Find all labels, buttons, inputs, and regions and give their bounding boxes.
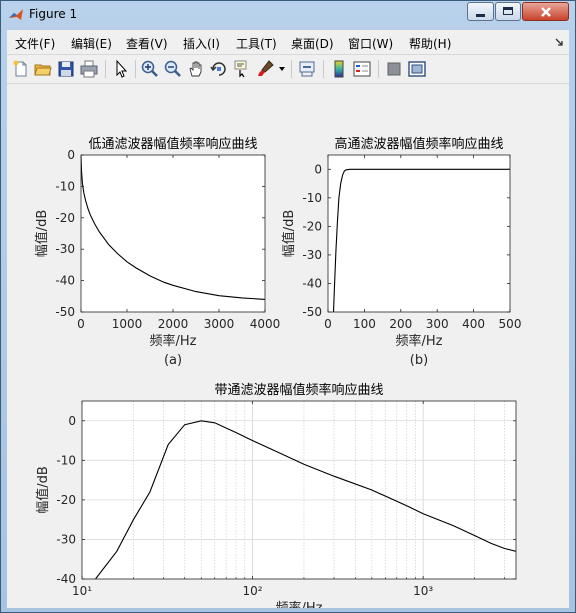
toolbar-separator [105,60,106,78]
new-figure-icon[interactable] [11,59,31,79]
y-tick-label-2: -30 [56,532,76,546]
x-axis-label-0: 频率/Hz [150,333,197,349]
subplot-caption-0: (a) [164,353,182,368]
plot-title-0: 低通滤波器幅值频率响应曲线 [88,136,257,152]
y-tick-label-2: -10 [56,453,76,467]
y-tick-label-0: -10 [55,179,75,193]
maximize-icon [503,7,513,15]
plot-title-1: 高通滤波器幅值频率响应曲线 [334,136,503,152]
y-tick-label-1: 0 [314,162,322,176]
hide-plot-tools-icon[interactable] [384,59,404,79]
show-plot-tools-icon[interactable] [407,59,427,79]
figure-client-area: 文件(F) 编辑(E) 查看(V) 插入(I) 工具(T) 桌面(D) 窗口(W… [7,30,569,608]
y-axis-label-0: 幅值/dB [34,210,50,258]
minimize-button[interactable] [467,2,494,21]
legend-icon[interactable] [352,59,372,79]
x-tick-label-1: 100 [353,317,376,331]
y-tick-label-2: -20 [56,493,76,507]
brush-dropdown-icon[interactable] [279,67,285,72]
x-tick-label-2: 10² [243,584,263,598]
maximize-button[interactable] [495,2,521,21]
figure-window: Figure 1 文件(F) 编辑(E) 查看(V) 插入(I) 工具(T) 桌… [0,0,576,613]
matlab-logo-icon [9,9,23,20]
close-icon [541,7,551,17]
colorbar-icon[interactable] [329,59,349,79]
y-tick-label-0: -30 [55,242,75,256]
x-tick-label-2: 10³ [413,584,433,598]
axes-background-2 [82,401,516,579]
menu-help[interactable]: 帮助(H) [409,35,451,52]
rotate-3d-icon[interactable] [209,59,229,79]
x-tick-label-0: 0 [77,317,85,331]
y-tick-label-2: 0 [68,414,76,428]
menu-file[interactable]: 文件(F) [15,35,55,52]
y-tick-label-1: -10 [302,191,322,205]
toolbar-separator [323,60,324,78]
y-tick-label-1: -30 [302,248,322,262]
figure-toolbar [7,55,569,84]
menu-desktop[interactable]: 桌面(D) [291,35,334,52]
x-tick-label-1: 400 [462,317,485,331]
y-tick-label-2: -40 [56,572,76,586]
x-tick-label-0: 3000 [204,317,235,331]
y-tick-label-1: -20 [302,219,322,233]
pointer-icon[interactable] [111,59,131,79]
zoom-in-icon[interactable] [140,59,160,79]
x-axis-label-2: 频率/Hz [276,600,323,608]
title-bar[interactable]: Figure 1 [1,1,575,29]
y-tick-label-1: -50 [302,305,322,319]
window-title: Figure 1 [29,7,78,21]
y-tick-label-1: -40 [302,276,322,290]
x-tick-label-1: 500 [499,317,522,331]
pan-icon[interactable] [186,59,206,79]
axes-background-1 [328,155,510,312]
minimize-icon [476,14,485,17]
y-tick-label-0: -50 [55,305,75,319]
y-tick-label-0: -40 [55,274,75,288]
menu-bar: 文件(F) 编辑(E) 查看(V) 插入(I) 工具(T) 桌面(D) 窗口(W… [7,30,569,55]
brush-icon[interactable] [256,59,276,79]
x-tick-label-0: 4000 [250,317,281,331]
y-tick-label-0: -20 [55,211,75,225]
link-icon[interactable] [297,59,317,79]
x-tick-label-0: 1000 [112,317,143,331]
x-axis-label-1: 频率/Hz [396,333,443,349]
menu-view[interactable]: 查看(V) [126,35,168,52]
zoom-out-icon[interactable] [163,59,183,79]
y-tick-label-0: 0 [67,148,75,162]
print-icon[interactable] [79,59,99,79]
x-tick-label-1: 200 [389,317,412,331]
save-icon[interactable] [56,59,76,79]
y-axis-label-2: 幅值/dB [35,466,51,514]
menu-edit[interactable]: 编辑(E) [71,35,112,52]
subplot-caption-1: (b) [410,353,428,368]
toolbar-separator [291,60,292,78]
menu-tools[interactable]: 工具(T) [236,35,277,52]
dock-arrow-icon[interactable] [555,38,564,47]
y-axis-label-1: 幅值/dB [281,210,297,258]
x-tick-label-2: 10¹ [72,584,92,598]
x-tick-label-1: 0 [324,317,332,331]
plot-title-2: 带通滤波器幅值频率响应曲线 [214,382,383,398]
axes-background-0 [81,155,265,312]
open-icon[interactable] [33,59,53,79]
toolbar-separator [378,60,379,78]
menu-insert[interactable]: 插入(I) [183,35,220,52]
figure-canvas: 0 1000 2000 3000 40000-10-20-30-40-50低通滤波器幅值… [34,136,522,608]
close-button[interactable] [522,2,569,21]
x-tick-label-1: 300 [426,317,449,331]
x-tick-label-0: 2000 [158,317,189,331]
data-cursor-icon[interactable] [232,59,252,79]
toolbar-separator [135,60,136,78]
menu-window[interactable]: 窗口(W) [348,35,393,52]
